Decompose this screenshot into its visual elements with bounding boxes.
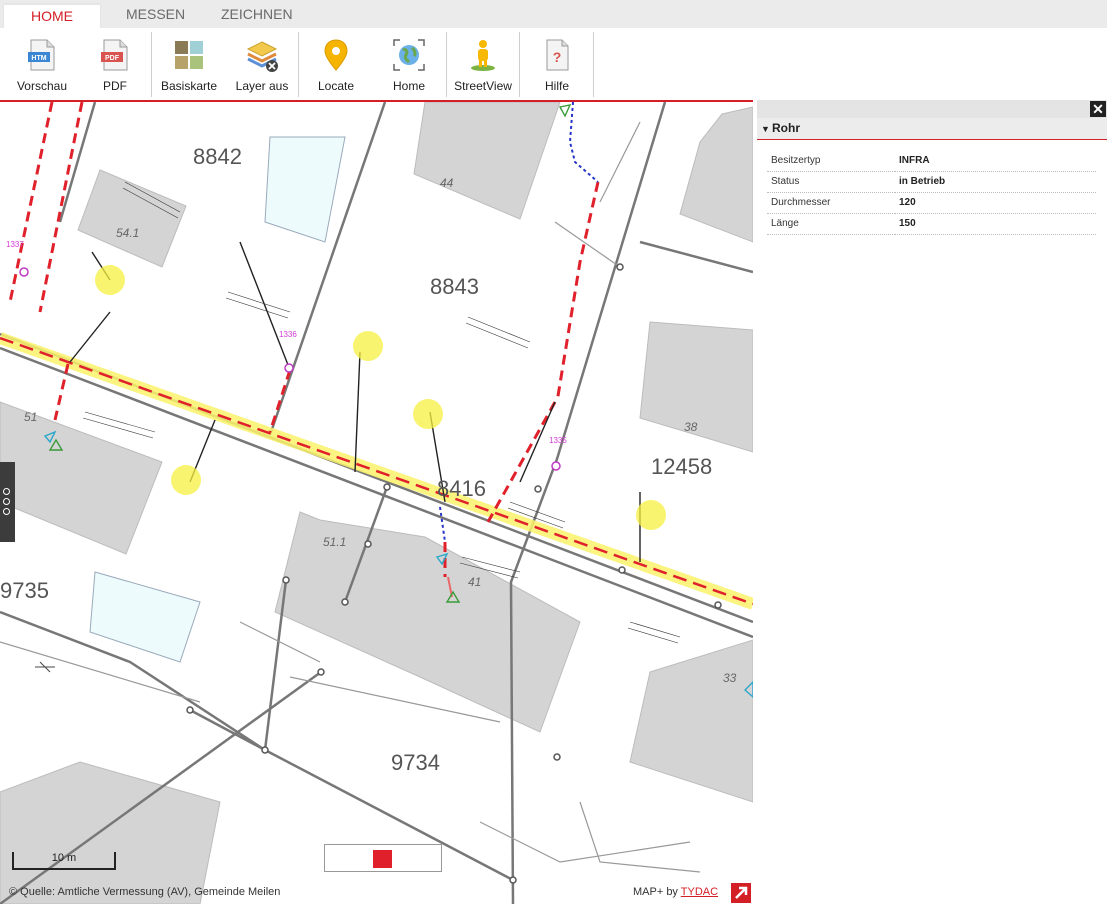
attribute-key: Durchmesser — [767, 192, 895, 214]
handle-dot — [3, 498, 10, 505]
scale-bar-label: 10 m — [51, 852, 77, 864]
toolbar-divider — [446, 32, 447, 97]
ribbon-toolbar: HTM Vorschau PDF PDF Basiskarte Layer au… — [0, 28, 1107, 100]
htm-file-icon: HTM — [28, 39, 55, 71]
layers-off-icon — [246, 41, 278, 72]
copyright-text: © Quelle: Amtliche Vermessung (AV), Geme… — [9, 886, 281, 898]
attribute-row: Besitzertyp INFRA — [767, 150, 1096, 172]
parcel-number: 9734 — [391, 750, 440, 775]
streetview-label: StreetView — [454, 79, 512, 93]
home-label: Home — [392, 79, 425, 93]
pegman-icon — [471, 40, 495, 71]
pdf-label: PDF — [103, 79, 127, 93]
pdf-file-icon: PDF — [101, 39, 128, 71]
building-label: 38 — [684, 420, 698, 434]
location-pin-icon — [324, 39, 348, 71]
attribute-row: Status in Betrieb — [767, 171, 1096, 193]
attribute-key: Status — [767, 171, 895, 193]
tab-home[interactable]: HOME — [3, 3, 101, 28]
help-label: Hilfe — [544, 79, 569, 93]
preview-label: Vorschau — [16, 79, 68, 93]
attribute-key: Besitzertyp — [767, 150, 895, 172]
attribute-value: 120 — [895, 192, 1096, 214]
tydac-link[interactable]: TYDAC — [681, 886, 718, 898]
parcel-number: 8416 — [437, 476, 486, 501]
node-label: 1336 — [279, 330, 297, 339]
node-label: 1337 — [6, 240, 24, 249]
help-document-icon: ? — [546, 39, 569, 71]
parcel-number: 8843 — [430, 274, 479, 299]
mapplus-logo-icon[interactable] — [731, 883, 751, 903]
side-panel-handle[interactable] — [0, 462, 15, 542]
map-canvas[interactable]: 8842 8843 8416 12458 9735 9734 54.1 44 5… — [0, 102, 753, 904]
scale-bar: 10 m — [12, 852, 116, 870]
globe-extent-icon — [393, 39, 425, 71]
htm-badge: HTM — [31, 55, 46, 62]
feature-title: Rohr — [772, 121, 800, 135]
handle-dot — [3, 488, 10, 495]
feature-info-panel: ✕ ▼ Rohr Besitzertyp INFRA Status in Bet… — [757, 100, 1107, 904]
layers-off-button[interactable]: Layer aus — [229, 28, 295, 98]
basemap-tiles-icon — [175, 41, 203, 69]
building-label: 51.1 — [323, 535, 347, 549]
credit-prefix: MAP+ by — [633, 886, 678, 898]
pdf-button[interactable]: PDF PDF — [82, 28, 148, 98]
map-vector-layer — [0, 102, 753, 904]
preview-button[interactable]: HTM Vorschau — [8, 28, 76, 98]
attribute-table: Besitzertyp INFRA Status in Betrieb Durc… — [767, 150, 1096, 235]
pdf-badge: PDF — [105, 55, 120, 62]
collapse-triangle-icon: ▼ — [761, 124, 770, 134]
attribute-value: INFRA — [895, 150, 1096, 172]
help-badge: ? — [553, 49, 562, 65]
building-label: 51 — [24, 410, 38, 424]
toolbar-divider — [519, 32, 520, 97]
locate-button[interactable]: Locate — [302, 28, 370, 98]
basemap-label: Basiskarte — [160, 79, 218, 93]
building-label: 33 — [723, 671, 737, 685]
close-button[interactable]: ✕ — [1090, 101, 1106, 117]
parcel-number: 9735 — [0, 578, 49, 603]
toolbar-divider — [593, 32, 594, 97]
attribute-row: Durchmesser 120 — [767, 192, 1096, 214]
panel-titlebar: ✕ — [757, 100, 1107, 118]
basemap-button[interactable]: Basiskarte — [155, 28, 223, 98]
ribbon-tab-bar: HOME MESSEN ZEICHNEN — [0, 0, 1107, 28]
attribute-value: 150 — [895, 213, 1096, 235]
building-label: 41 — [468, 575, 482, 589]
credit-text: MAP+ by TYDAC — [633, 886, 718, 898]
building-label: 54.1 — [116, 226, 140, 240]
tab-messen[interactable]: MESSEN — [108, 3, 203, 28]
tab-zeichnen[interactable]: ZEICHNEN — [203, 3, 311, 28]
highlight-swatch — [373, 850, 392, 868]
toolbar-divider — [298, 32, 299, 97]
toolbar-divider — [151, 32, 152, 97]
help-button[interactable]: ? Hilfe — [523, 28, 591, 98]
node-label: 1335 — [549, 436, 567, 445]
attribute-value: in Betrieb — [895, 171, 1096, 193]
layers-off-label: Layer aus — [235, 79, 289, 93]
building-label: 44 — [440, 176, 454, 190]
streetview-button[interactable]: StreetView — [450, 28, 516, 98]
parcel-number: 8842 — [193, 144, 242, 169]
home-extent-button[interactable]: Home — [375, 28, 443, 98]
handle-dot — [3, 508, 10, 515]
attribute-row: Länge 150 — [767, 213, 1096, 235]
locate-label: Locate — [317, 79, 355, 93]
attribute-key: Länge — [767, 213, 895, 235]
feature-section-header[interactable]: ▼ Rohr — [757, 118, 1107, 140]
parcel-number: 12458 — [651, 454, 713, 479]
selection-legend — [324, 844, 442, 872]
